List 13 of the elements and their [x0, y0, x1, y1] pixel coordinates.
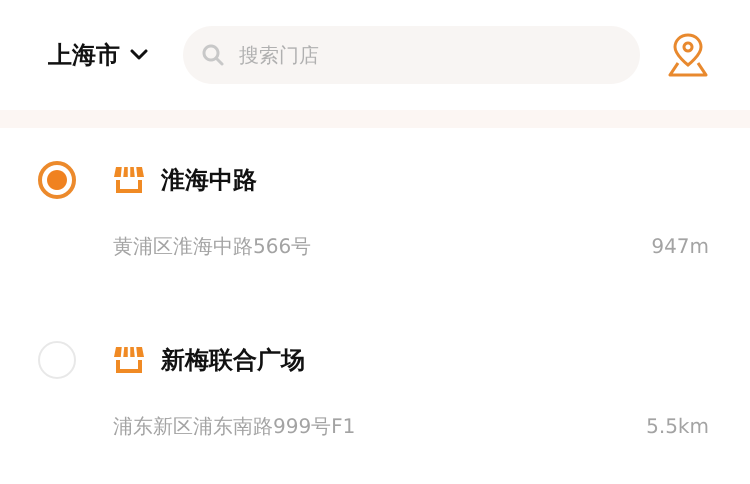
- radio-button[interactable]: [38, 161, 76, 199]
- store-address: 浦东新区浦东南路999号F1: [113, 413, 356, 440]
- store-name: 新梅联合广场: [161, 345, 305, 376]
- store-distance: 947m: [651, 233, 709, 260]
- storefront-icon: [113, 345, 145, 375]
- store-name: 淮海中路: [161, 165, 257, 196]
- city-name: 上海市: [48, 43, 120, 67]
- store-address: 黄浦区淮海中路566号: [113, 233, 312, 260]
- search-field[interactable]: 搜索门店: [183, 26, 640, 84]
- storefront-icon: [113, 165, 145, 195]
- city-selector[interactable]: 上海市: [48, 43, 168, 67]
- chevron-down-icon: [130, 49, 148, 61]
- store-distance: 5.5km: [646, 413, 709, 440]
